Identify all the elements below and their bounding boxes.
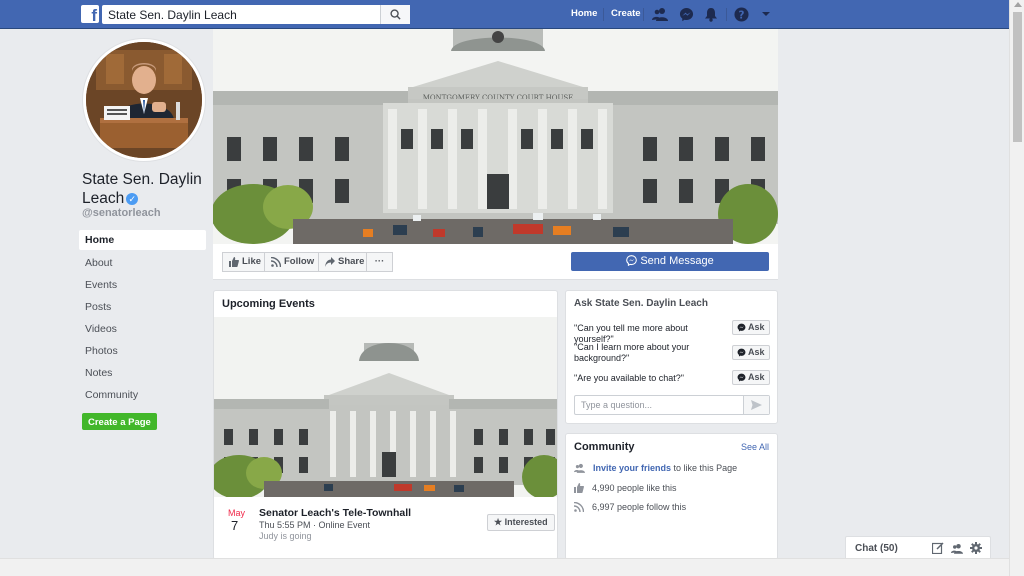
more-options-icon: ··· xyxy=(374,256,385,267)
profile-photo xyxy=(86,42,202,158)
follows-count: 6,997 people follow this xyxy=(592,502,687,512)
page-name-text: State Sen. Daylin Leach xyxy=(82,171,202,207)
event-photo[interactable] xyxy=(214,317,557,497)
sidebar-item-about[interactable]: About xyxy=(79,252,206,274)
horizontal-scrollbar[interactable] xyxy=(0,558,1009,576)
star-icon: ★ xyxy=(494,517,503,527)
verified-badge-icon: ✓ xyxy=(126,193,139,205)
community-card: Community See All Invite your friends to… xyxy=(565,433,778,560)
nav-divider xyxy=(603,8,604,21)
group-chat-icon[interactable] xyxy=(951,542,963,554)
chat-bar[interactable]: Chat (50) xyxy=(845,536,991,559)
ask-label: Ask xyxy=(748,372,765,382)
invite-friends-text: to like this Page xyxy=(673,463,738,473)
share-label: Share xyxy=(338,256,365,267)
notifications-bell-icon[interactable] xyxy=(703,6,719,22)
page-sidebar-nav: Home About Events Posts Videos Photos No… xyxy=(79,230,206,406)
profile-picture[interactable] xyxy=(82,38,206,162)
upcoming-events-card: Upcoming Events May 7 Senator Leach's Te… xyxy=(213,290,558,560)
share-button[interactable]: Share xyxy=(318,252,372,272)
sidebar-item-notes[interactable]: Notes xyxy=(79,362,206,384)
more-options-button[interactable]: ··· xyxy=(366,252,393,272)
nav-create-link[interactable]: Create xyxy=(611,8,641,19)
search-button[interactable] xyxy=(380,5,410,24)
page-name[interactable]: State Sen. Daylin Leach ✓ xyxy=(82,170,206,208)
send-message-button[interactable]: Send Message xyxy=(571,252,769,271)
ask-send-button[interactable] xyxy=(743,396,769,414)
search-icon xyxy=(390,9,401,20)
cover-photo[interactable]: MONTGOMERY COUNTY COURT HOUSE xyxy=(213,29,778,244)
thumbs-up-icon xyxy=(229,257,239,267)
scroll-up-arrow-icon[interactable] xyxy=(1014,2,1022,7)
follow-button[interactable]: Follow xyxy=(264,252,322,272)
new-message-compose-icon[interactable] xyxy=(932,542,944,554)
nav-divider xyxy=(643,8,644,21)
chat-label: Chat (50) xyxy=(855,543,898,554)
page-username[interactable]: @senatorleach xyxy=(82,207,161,219)
ask-question: "Are you available to chat?" xyxy=(574,373,684,383)
messenger-icon xyxy=(626,255,638,267)
see-all-link[interactable]: See All xyxy=(741,442,769,452)
like-label: Like xyxy=(242,256,262,267)
event-day: 7 xyxy=(231,518,239,533)
interested-label: Interested xyxy=(504,517,548,527)
event-month: May xyxy=(228,508,246,518)
rss-icon xyxy=(574,502,584,512)
ask-button[interactable]: Ask xyxy=(732,320,770,335)
search-input[interactable] xyxy=(108,7,378,22)
invite-friends-link[interactable]: Invite your friends xyxy=(593,463,671,473)
help-icon[interactable]: ? xyxy=(733,6,749,22)
messenger-icon xyxy=(737,323,746,332)
thumbs-up-icon xyxy=(574,483,584,493)
sidebar-item-posts[interactable]: Posts xyxy=(79,296,206,318)
svg-text:?: ? xyxy=(738,9,744,21)
share-arrow-icon xyxy=(325,257,335,267)
sidebar-item-events[interactable]: Events xyxy=(79,274,206,296)
search-bar xyxy=(102,5,410,24)
invite-friends-row: Invite your friends to like this Page xyxy=(574,463,737,473)
community-title: Community xyxy=(574,441,635,453)
interested-button[interactable]: ★ Interested xyxy=(487,514,555,531)
likes-count-row: 4,990 people like this xyxy=(574,483,677,493)
sidebar-item-community[interactable]: Community xyxy=(79,384,206,406)
ask-question: "Can I learn more about your background?… xyxy=(574,342,690,363)
ask-button[interactable]: Ask xyxy=(732,345,770,360)
nav-home-link[interactable]: Home xyxy=(571,8,597,19)
messenger-icon xyxy=(737,373,746,382)
event-friends-going: Judy is going xyxy=(259,531,312,541)
event-time-location: Thu 5:55 PM · Online Event xyxy=(259,520,371,530)
send-arrow-icon xyxy=(751,400,762,410)
account-menu-chevron-down-icon[interactable] xyxy=(758,6,774,22)
facebook-logo-icon[interactable]: f xyxy=(81,5,99,23)
scrollbar-thumb[interactable] xyxy=(1013,12,1022,142)
ask-page-card: Ask State Sen. Daylin Leach "Can you tel… xyxy=(565,290,778,424)
like-button[interactable]: Like xyxy=(222,252,269,272)
events-title: Upcoming Events xyxy=(222,298,315,310)
nav-divider xyxy=(726,8,727,21)
create-page-button[interactable]: Create a Page xyxy=(82,413,157,430)
people-icon xyxy=(574,463,585,473)
messenger-icon[interactable] xyxy=(678,6,694,22)
sidebar-item-photos[interactable]: Photos xyxy=(79,340,206,362)
sidebar-item-videos[interactable]: Videos xyxy=(79,318,206,340)
vertical-scrollbar[interactable] xyxy=(1009,0,1024,576)
ask-button[interactable]: Ask xyxy=(732,370,770,385)
send-message-label: Send Message xyxy=(640,255,714,267)
follow-label: Follow xyxy=(284,256,315,267)
chat-settings-gear-icon[interactable] xyxy=(970,542,982,554)
ask-title: Ask State Sen. Daylin Leach xyxy=(574,298,708,309)
rss-icon xyxy=(271,257,281,267)
messenger-icon xyxy=(737,348,746,357)
ask-label: Ask xyxy=(748,322,765,332)
follows-count-row: 6,997 people follow this xyxy=(574,502,686,512)
friend-requests-icon[interactable] xyxy=(652,6,668,22)
likes-count: 4,990 people like this xyxy=(592,483,677,493)
ask-question-input[interactable]: Type a question... xyxy=(574,395,770,415)
ask-label: Ask xyxy=(748,347,765,357)
top-navbar: f Home Create ? xyxy=(0,0,1009,29)
ask-input-placeholder: Type a question... xyxy=(581,400,653,410)
event-title[interactable]: Senator Leach's Tele-Townhall xyxy=(259,507,411,519)
sidebar-item-home[interactable]: Home xyxy=(79,230,206,250)
